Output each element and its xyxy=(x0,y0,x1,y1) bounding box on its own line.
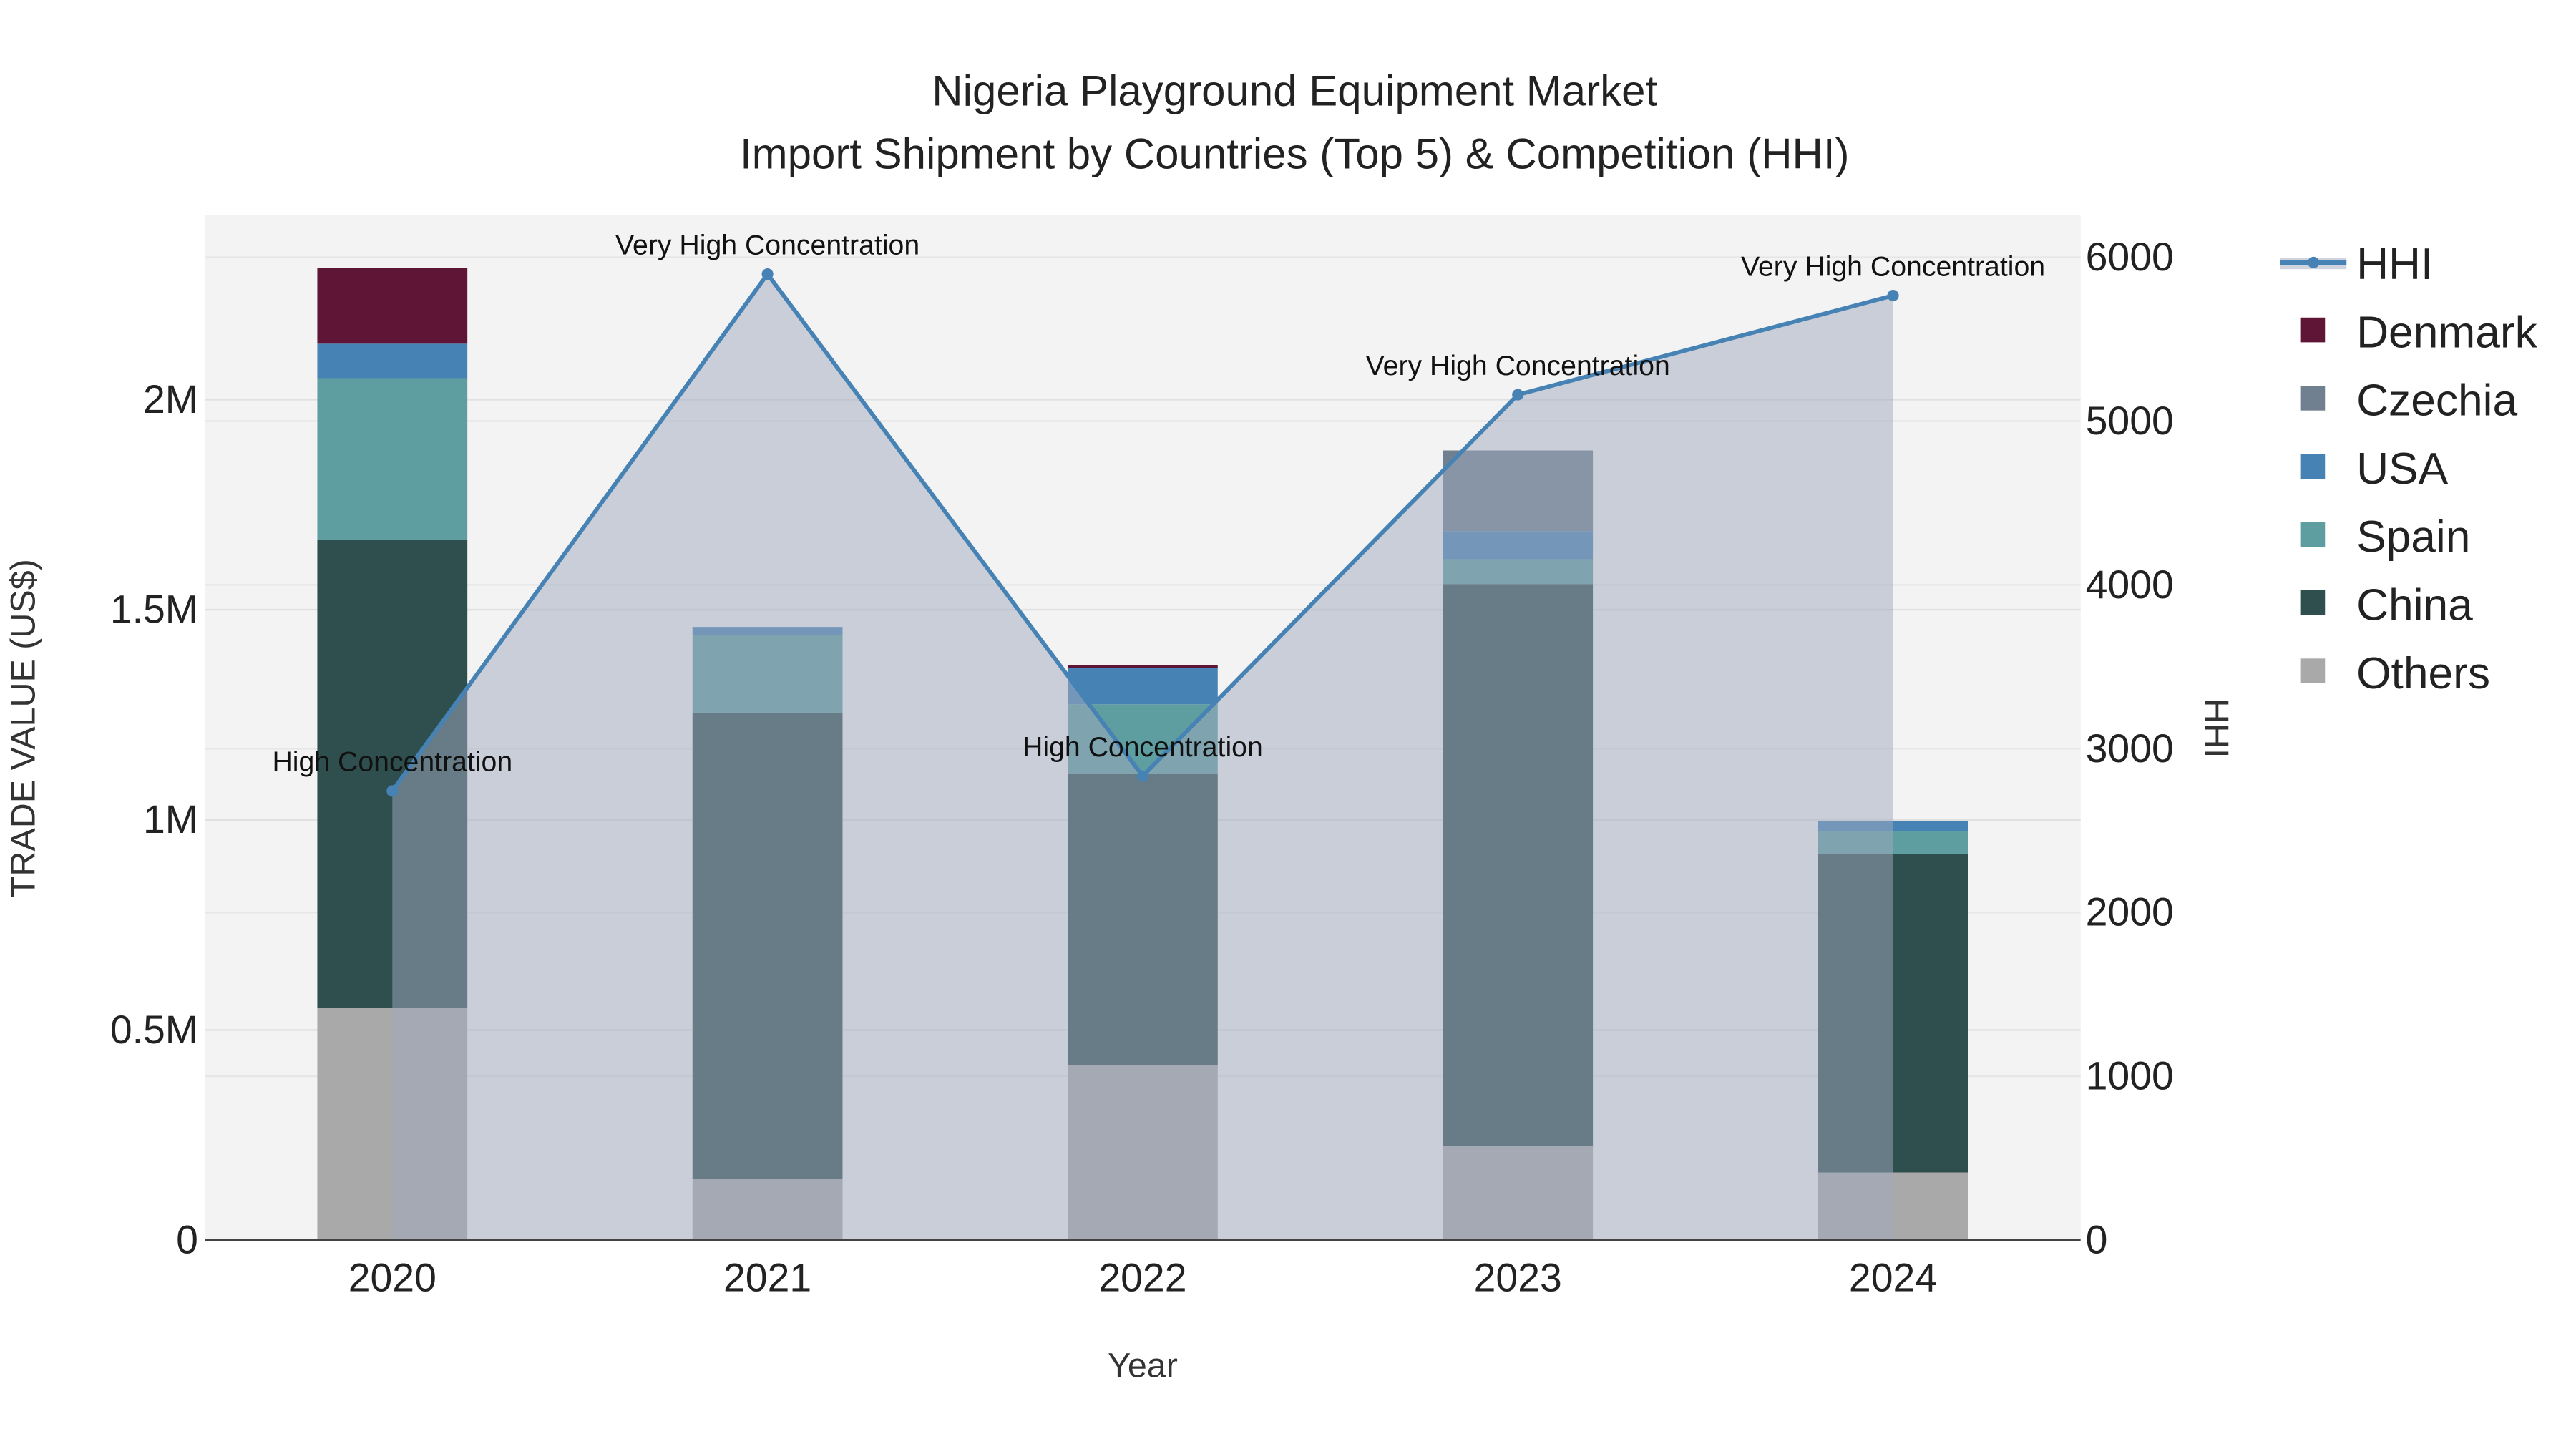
x-tick-label: 2024 xyxy=(1849,1256,1937,1300)
legend-swatch-czechia xyxy=(2300,386,2326,411)
x-tick-label: 2021 xyxy=(723,1256,811,1300)
legend-label-czechia: Czechia xyxy=(2356,376,2517,426)
x-tick-label: 2020 xyxy=(348,1256,436,1300)
bar-usa-2020 xyxy=(317,343,468,379)
bar-denmark-2022 xyxy=(1068,665,1218,668)
legend-label-denmark: Denmark xyxy=(2356,308,2538,357)
legend-swatch-hhi-marker xyxy=(2308,256,2320,268)
x-tick-label: 2022 xyxy=(1098,1256,1186,1300)
y-tick-label: 0 xyxy=(176,1218,198,1262)
y-tick-label: 1.5M xyxy=(110,587,198,632)
legend-swatch-china xyxy=(2300,590,2326,615)
y-tick-label: 0.5M xyxy=(110,1008,198,1052)
chart-title: Nigeria Playground Equipment Market xyxy=(932,67,1657,115)
legend-label-spain: Spain xyxy=(2356,512,2470,562)
y2-axis-label: HHI xyxy=(2197,698,2235,758)
y2-tick-label: 5000 xyxy=(2086,399,2174,443)
hhi-annotation: High Concentration xyxy=(1023,731,1263,763)
hhi-point xyxy=(1136,770,1148,782)
legend-swatch-denmark xyxy=(2300,317,2326,343)
y2-tick-label: 3000 xyxy=(2086,726,2174,771)
y-tick-label: 1M xyxy=(143,797,198,841)
y-tick-label: 2M xyxy=(143,377,198,421)
hhi-annotation: High Concentration xyxy=(272,746,512,778)
legend-label-usa: USA xyxy=(2356,444,2449,494)
y2-tick-label: 4000 xyxy=(2086,562,2174,607)
bar-spain-2020 xyxy=(317,378,468,540)
hhi-point xyxy=(386,785,399,797)
legend-swatch-usa xyxy=(2300,454,2326,479)
legend-label-others: Others xyxy=(2356,649,2490,698)
legend-swatch-spain xyxy=(2300,522,2326,547)
chart-subtitle: Import Shipment by Countries (Top 5) & C… xyxy=(740,130,1850,177)
hhi-annotation: Very High Concentration xyxy=(1741,250,2045,282)
x-tick-label: 2023 xyxy=(1474,1256,1562,1300)
x-axis-label: Year xyxy=(1108,1347,1178,1385)
hhi-point xyxy=(761,268,774,280)
hhi-point xyxy=(1887,290,1899,302)
hhi-annotation: Very High Concentration xyxy=(1366,350,1670,381)
bar-usa-2022 xyxy=(1068,668,1218,705)
y2-tick-label: 6000 xyxy=(2086,235,2174,279)
y-axis-label: TRADE VALUE (US$) xyxy=(4,559,42,897)
y2-tick-label: 0 xyxy=(2086,1218,2108,1262)
y2-tick-label: 2000 xyxy=(2086,890,2174,935)
chart: 0 0.5M 1M 1.5M 2M 0 1000 2000 3000 4000 5000 6000 20… xyxy=(4,67,2538,1385)
y2-tick-label: 1000 xyxy=(2086,1054,2174,1098)
legend-label-hhi: HHI xyxy=(2356,240,2433,289)
hhi-point xyxy=(1512,389,1524,401)
legend-label-china: China xyxy=(2356,581,2473,630)
hhi-annotation: Very High Concentration xyxy=(615,229,919,260)
bar-denmark-2020 xyxy=(317,268,468,344)
legend-swatch-others xyxy=(2300,658,2326,683)
